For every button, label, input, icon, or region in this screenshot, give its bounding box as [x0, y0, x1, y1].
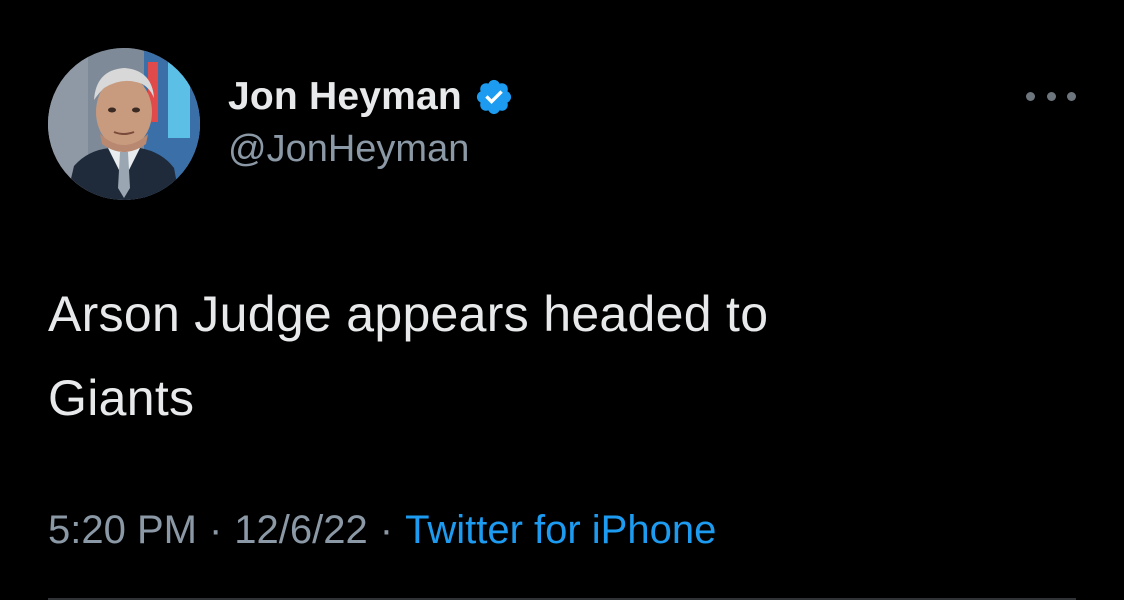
tweet-text: Arson Judge appears headed to Giants	[48, 286, 769, 426]
tweet-date[interactable]: 12/6/22	[234, 508, 367, 552]
meta-separator: ·	[379, 508, 394, 552]
name-row: Jon Heyman	[228, 72, 514, 122]
more-dot	[1046, 91, 1056, 101]
author-handle[interactable]: @JonHeyman	[228, 128, 514, 171]
tweet-source-link[interactable]: Twitter for iPhone	[405, 508, 716, 552]
more-dot	[1067, 91, 1076, 101]
verified-badge-icon	[474, 77, 514, 117]
avatar[interactable]	[48, 48, 200, 200]
more-options-icon[interactable]	[1026, 86, 1076, 106]
avatar-photo	[48, 48, 200, 200]
author-display-name[interactable]: Jon Heyman	[228, 75, 462, 119]
tweet-card: Jon Heyman @JonHeyman Arson Judge appear…	[0, 0, 1124, 600]
more-dot	[1026, 91, 1035, 101]
tweet-time[interactable]: 5:20 PM	[48, 508, 197, 552]
author-block[interactable]: Jon Heyman @JonHeyman	[228, 72, 514, 171]
tweet-meta: 5:20 PM · 12/6/22 · Twitter for iPhone	[48, 508, 716, 553]
meta-separator: ·	[208, 508, 223, 552]
